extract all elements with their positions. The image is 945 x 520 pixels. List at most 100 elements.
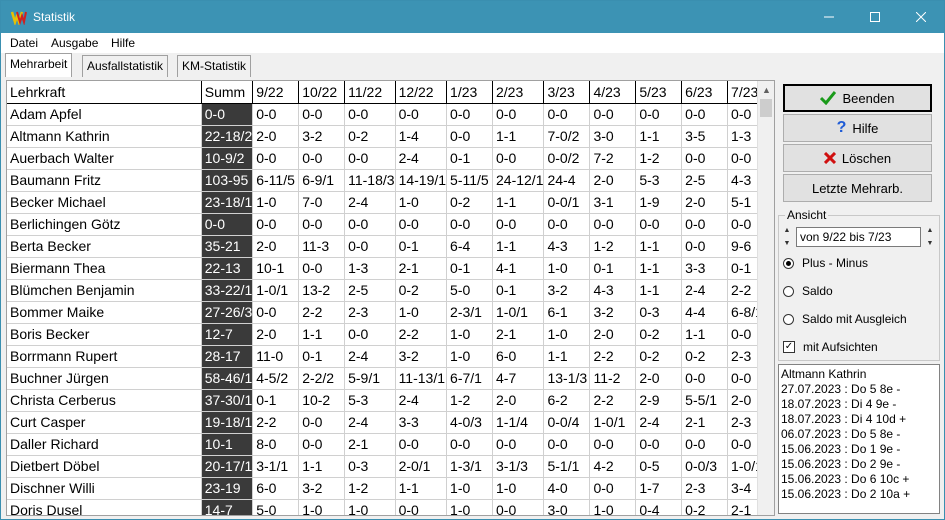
month-cell[interactable]: 0-0 xyxy=(298,411,346,434)
sum-cell[interactable]: 23-19 xyxy=(201,477,254,500)
month-cell[interactable]: 0-0 xyxy=(252,147,300,170)
month-cell[interactable]: 2-5 xyxy=(344,279,396,302)
beenden-button[interactable]: Beenden xyxy=(783,84,932,112)
month-cell[interactable]: 13-2 xyxy=(298,279,346,302)
month-cell[interactable]: 1-0 xyxy=(446,477,493,500)
month-cell[interactable]: 0-0 xyxy=(635,213,683,236)
table-row[interactable]: Baumann Fritz 103-95 6-11/5 6-9/1 11-18/3 14-… xyxy=(7,169,774,192)
month-cell[interactable]: 4-1 xyxy=(492,257,545,280)
month-cell[interactable]: 0-4 xyxy=(635,499,683,515)
table-row[interactable]: Buchner Jürgen 58-46/1 4-5/2 2-2/2 5-9/1 11-1… xyxy=(7,367,774,390)
month-cell[interactable]: 3-0 xyxy=(543,499,591,515)
month-cell[interactable]: 0-0 xyxy=(681,367,729,390)
month-cell[interactable]: 1-3/1 xyxy=(446,455,493,478)
month-cell[interactable]: 1-0 xyxy=(446,499,493,515)
month-cell[interactable]: 0-1 xyxy=(395,235,448,258)
month-cell[interactable]: 1-2 xyxy=(344,477,396,500)
month-cell[interactable]: 8-0 xyxy=(252,433,300,456)
teacher-name-cell[interactable]: Auerbach Walter xyxy=(7,147,202,170)
month-cell[interactable]: 2-0 xyxy=(635,367,683,390)
table-row[interactable]: Borrmann Rupert 28-17 11-0 0-1 2-4 3-2 1-0 6-0 1… xyxy=(7,345,774,368)
month-cell[interactable]: 0-2 xyxy=(635,345,683,368)
month-cell[interactable]: 4-0/3 xyxy=(446,411,493,434)
month-cell[interactable]: 3-2 xyxy=(395,345,448,368)
month-cell[interactable]: 7-2 xyxy=(589,147,637,170)
table-row[interactable]: Berta Becker 35-21 2-0 11-3 0-0 0-1 6-4 1-1 4-3 1… xyxy=(7,235,774,258)
month-cell[interactable]: 3-3 xyxy=(395,411,448,434)
month-cell[interactable]: 0-2 xyxy=(681,345,729,368)
month-cell[interactable]: 0-1 xyxy=(589,257,637,280)
month-cell[interactable]: 0-0 xyxy=(446,103,493,126)
month-cell[interactable]: 1-4 xyxy=(395,125,448,148)
month-cell[interactable]: 5-9/1 xyxy=(344,367,396,390)
month-cell[interactable]: 11-2 xyxy=(589,367,637,390)
column-header[interactable]: 11/22 xyxy=(344,81,396,104)
column-header[interactable]: Lehrkraft xyxy=(7,81,202,104)
month-cell[interactable]: 0-0 xyxy=(589,433,637,456)
month-cell[interactable]: 6-9/1 xyxy=(298,169,346,192)
table-row[interactable]: Daller Richard 10-1 8-0 0-0 2-1 0-0 0-0 0-0 0-0 0… xyxy=(7,433,774,456)
month-cell[interactable]: 0-0 xyxy=(298,103,346,126)
month-cell[interactable]: 3-2 xyxy=(298,125,346,148)
close-button[interactable] xyxy=(898,1,944,33)
column-header[interactable]: 3/23 xyxy=(543,81,591,104)
month-cell[interactable]: 14-19/1 xyxy=(395,169,448,192)
month-cell[interactable]: 2-3/1 xyxy=(446,301,493,324)
month-cell[interactable]: 2-0 xyxy=(681,191,729,214)
month-cell[interactable]: 1-0 xyxy=(492,477,545,500)
teacher-name-cell[interactable]: Borrmann Rupert xyxy=(7,345,202,368)
month-cell[interactable]: 3-2 xyxy=(543,279,591,302)
month-cell[interactable]: 0-0 xyxy=(543,433,591,456)
radio-plus-minus[interactable]: Plus - Minus xyxy=(783,256,868,270)
month-cell[interactable]: 0-0 xyxy=(681,213,729,236)
month-cell[interactable]: 1-1 xyxy=(635,279,683,302)
month-cell[interactable]: 4-2 xyxy=(589,455,637,478)
month-cell[interactable]: 2-4 xyxy=(344,345,396,368)
month-cell[interactable]: 0-0 xyxy=(492,103,545,126)
sum-cell[interactable]: 0-0 xyxy=(201,213,254,236)
month-cell[interactable]: 6-4 xyxy=(446,235,493,258)
month-cell[interactable]: 1-0 xyxy=(446,323,493,346)
column-header[interactable]: Summ xyxy=(201,81,254,104)
sum-cell[interactable]: 22-18/2 xyxy=(201,125,254,148)
sum-cell[interactable]: 23-18/1 xyxy=(201,191,254,214)
month-cell[interactable]: 1-0 xyxy=(395,301,448,324)
teacher-name-cell[interactable]: Becker Michael xyxy=(7,191,202,214)
month-cell[interactable]: 1-1 xyxy=(492,125,545,148)
month-cell[interactable]: 2-0/1 xyxy=(395,455,448,478)
month-cell[interactable]: 5-3 xyxy=(635,169,683,192)
month-cell[interactable]: 7-0 xyxy=(298,191,346,214)
column-header[interactable]: 2/23 xyxy=(492,81,545,104)
month-cell[interactable]: 0-1 xyxy=(492,279,545,302)
table-row[interactable]: Christa Cerberus 37-30/1 0-1 10-2 5-3 2-4 1-2 2… xyxy=(7,389,774,412)
minimize-button[interactable] xyxy=(806,1,852,33)
maximize-button[interactable] xyxy=(852,1,898,33)
month-cell[interactable]: 0-0 xyxy=(492,147,545,170)
month-cell[interactable]: 0-0 xyxy=(589,477,637,500)
month-cell[interactable]: 1-0 xyxy=(252,191,300,214)
month-cell[interactable]: 1-1 xyxy=(395,477,448,500)
title-bar[interactable]: Statistik xyxy=(1,1,944,33)
month-cell[interactable]: 0-0 xyxy=(344,235,396,258)
teacher-name-cell[interactable]: Dischner Willi xyxy=(7,477,202,500)
month-cell[interactable]: 3-1/1 xyxy=(252,455,300,478)
month-cell[interactable]: 2-4 xyxy=(344,191,396,214)
month-cell[interactable]: 2-1 xyxy=(681,411,729,434)
sum-cell[interactable]: 27-26/3 xyxy=(201,301,254,324)
month-cell[interactable]: 0-0 xyxy=(252,213,300,236)
month-cell[interactable]: 2-2/2 xyxy=(298,367,346,390)
month-cell[interactable]: 2-2 xyxy=(395,323,448,346)
month-cell[interactable]: 0-0 xyxy=(681,235,729,258)
month-cell[interactable]: 1-7 xyxy=(635,477,683,500)
teacher-name-cell[interactable]: Daller Richard xyxy=(7,433,202,456)
month-cell[interactable]: 5-11/5 xyxy=(446,169,493,192)
table-row[interactable]: Berlichingen Götz 0-0 0-0 0-0 0-0 0-0 0-0 0-0 0-… xyxy=(7,213,774,236)
teacher-name-cell[interactable]: Blümchen Benjamin xyxy=(7,279,202,302)
tab-ausfallstatistik[interactable]: Ausfallstatistik xyxy=(82,55,169,77)
month-cell[interactable]: 1-0 xyxy=(543,323,591,346)
month-cell[interactable]: 4-3 xyxy=(543,235,591,258)
scroll-thumb[interactable] xyxy=(760,99,772,117)
range-field[interactable]: von 9/22 bis 7/23 xyxy=(796,227,921,247)
month-cell[interactable]: 0-0 xyxy=(446,213,493,236)
month-cell[interactable]: 2-4 xyxy=(681,279,729,302)
